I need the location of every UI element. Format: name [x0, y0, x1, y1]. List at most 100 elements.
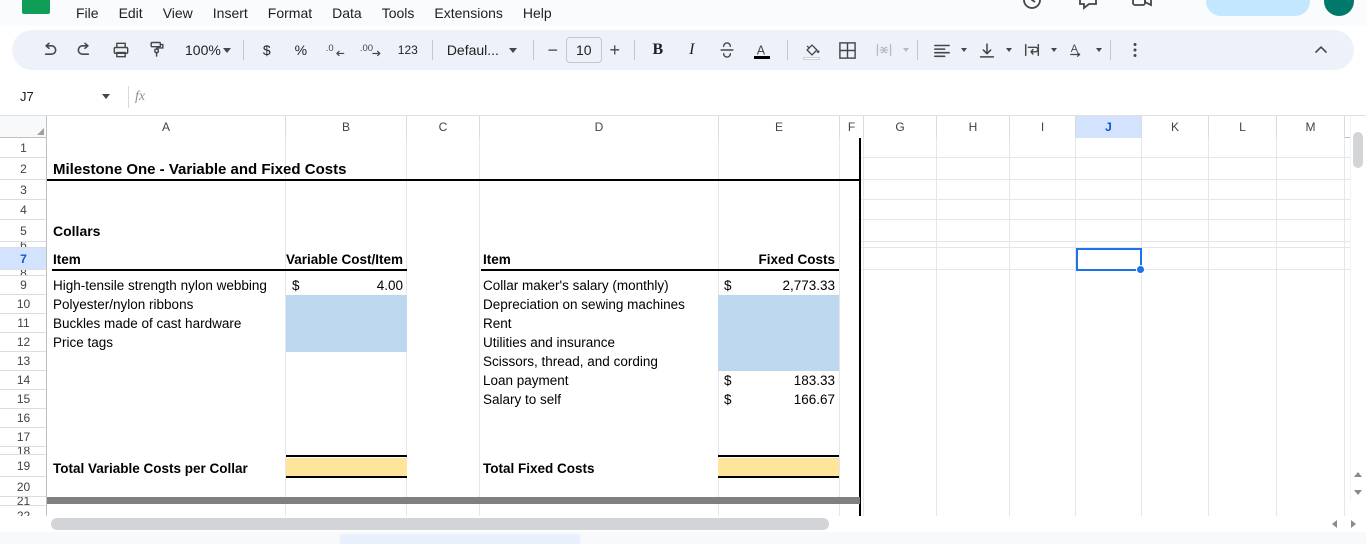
redo-icon[interactable] — [70, 35, 100, 65]
row-header-9[interactable]: 9 — [0, 276, 46, 295]
comment-icon[interactable] — [1076, 0, 1100, 12]
row-header-22[interactable]: 22 — [0, 506, 46, 516]
menu-item-format[interactable]: Format — [258, 2, 322, 25]
cell-A10-item[interactable]: Polyester/nylon ribbons — [53, 295, 193, 314]
column-header-J[interactable]: J — [1076, 116, 1142, 138]
row-header-21[interactable]: 21 — [0, 497, 46, 506]
vertical-align-icon[interactable] — [972, 35, 1002, 65]
row-header-12[interactable]: 12 — [0, 333, 46, 352]
menu-item-file[interactable]: File — [66, 2, 109, 25]
text-rotation-icon[interactable]: A — [1062, 35, 1092, 65]
row-header-18[interactable]: 18 — [0, 447, 46, 455]
row-header-1[interactable]: 1 — [0, 138, 46, 158]
cell-A5-section-heading[interactable]: Collars — [53, 220, 100, 242]
chevron-up-icon[interactable] — [1306, 35, 1336, 65]
meet-video-icon[interactable] — [1130, 0, 1154, 12]
font-size-input[interactable]: 10 — [565, 37, 602, 63]
row-header-13[interactable]: 13 — [0, 352, 46, 371]
row-header-10[interactable]: 10 — [0, 295, 46, 314]
row-header-2[interactable]: 2 — [0, 158, 46, 180]
vertical-scrollbar[interactable] — [1350, 116, 1366, 502]
cell-B9-amount[interactable]: 4.00 — [286, 276, 403, 295]
column-header-C[interactable]: C — [407, 116, 480, 138]
menu-item-edit[interactable]: Edit — [109, 2, 153, 25]
share-button[interactable] — [1206, 0, 1310, 16]
cell-A11-item[interactable]: Buckles made of cast hardware — [53, 314, 241, 333]
number-format-button[interactable]: 123 — [393, 35, 423, 65]
cell-D14-item[interactable]: Loan payment — [483, 371, 569, 390]
zoom-control[interactable]: 100% — [179, 35, 237, 65]
bold-button[interactable]: B — [644, 35, 672, 65]
menu-item-tools[interactable]: Tools — [372, 2, 425, 25]
column-header-E[interactable]: E — [719, 116, 840, 138]
account-avatar[interactable] — [1324, 0, 1354, 16]
cell-D9-item[interactable]: Collar maker's salary (monthly) — [483, 276, 669, 295]
horizontal-scrollbar-thumb[interactable] — [51, 518, 829, 530]
cell-B7-header-variable-cost[interactable]: Variable Cost/Item — [286, 248, 403, 270]
menu-item-view[interactable]: View — [153, 2, 203, 25]
cell-D13-item[interactable]: Scissors, thread, and cording — [483, 352, 658, 371]
text-wrap-chevron-down-icon[interactable] — [1050, 48, 1057, 52]
row-header-15[interactable]: 15 — [0, 390, 46, 409]
italic-button[interactable]: I — [678, 35, 706, 65]
total-fixed-value-cell[interactable] — [718, 458, 839, 476]
column-header-G[interactable]: G — [864, 116, 937, 138]
scroll-right-arrow-icon[interactable] — [1345, 517, 1361, 531]
undo-icon[interactable] — [34, 35, 64, 65]
text-color-button[interactable]: A — [748, 35, 778, 65]
decrease-decimal-icon[interactable]: .0 — [321, 35, 351, 65]
cell-D7-header-item[interactable]: Item — [483, 248, 511, 270]
percent-format-button[interactable]: % — [287, 35, 315, 65]
fixed-cost-input-fill[interactable] — [718, 295, 839, 371]
strikethrough-icon[interactable] — [712, 35, 742, 65]
menu-item-help[interactable]: Help — [513, 2, 562, 25]
column-header-I[interactable]: I — [1010, 116, 1076, 138]
more-vert-icon[interactable] — [1120, 35, 1150, 65]
scroll-left-arrow-icon[interactable] — [1326, 517, 1342, 531]
fill-color-icon[interactable] — [797, 35, 827, 65]
print-icon[interactable] — [106, 35, 136, 65]
merge-cells-icon[interactable] — [869, 35, 899, 65]
cell-E14-amount[interactable]: 183.33 — [718, 371, 835, 390]
text-wrap-icon[interactable] — [1017, 35, 1047, 65]
row-header-7[interactable]: 7 — [0, 248, 46, 270]
column-header-F[interactable]: F — [840, 116, 864, 138]
column-header-L[interactable]: L — [1209, 116, 1277, 138]
decrease-font-size-button[interactable]: − — [540, 37, 566, 63]
column-header-M[interactable]: M — [1277, 116, 1345, 138]
merge-options-chevron-down-icon[interactable] — [902, 48, 909, 52]
row-header-3[interactable]: 3 — [0, 180, 46, 200]
cell-A2-title[interactable]: Milestone One - Variable and Fixed Costs — [53, 158, 346, 180]
column-header-D[interactable]: D — [480, 116, 719, 138]
currency-format-button[interactable]: $ — [253, 35, 281, 65]
version-history-icon[interactable] — [1020, 0, 1044, 12]
name-box[interactable]: J7 — [2, 82, 122, 112]
variable-cost-input-fill[interactable] — [286, 295, 407, 352]
cell-area[interactable]: Milestone One - Variable and Fixed Costs… — [47, 138, 1366, 516]
row-header-20[interactable]: 20 — [0, 477, 46, 497]
row-header-14[interactable]: 14 — [0, 371, 46, 390]
row-header-19[interactable]: 19 — [0, 455, 46, 477]
horizontal-scrollbar-track[interactable] — [38, 517, 1322, 530]
horizontal-scrollbar[interactable] — [0, 516, 1366, 532]
cell-D11-item[interactable]: Rent — [483, 314, 512, 333]
row-header-11[interactable]: 11 — [0, 314, 46, 333]
borders-icon[interactable] — [833, 35, 863, 65]
cell-A19-total-variable-label[interactable]: Total Variable Costs per Collar — [53, 457, 248, 479]
column-header-K[interactable]: K — [1142, 116, 1209, 138]
paint-format-icon[interactable] — [142, 35, 172, 65]
menu-item-extensions[interactable]: Extensions — [424, 2, 512, 25]
row-header-16[interactable]: 16 — [0, 409, 46, 428]
cell-A9-item[interactable]: High-tensile strength nylon webbing — [53, 276, 267, 295]
formula-input[interactable] — [153, 82, 1366, 111]
cell-E9-amount[interactable]: 2,773.33 — [718, 276, 835, 295]
column-header-A[interactable]: A — [47, 116, 286, 138]
cell-D15-item[interactable]: Salary to self — [483, 390, 561, 409]
total-variable-value-cell[interactable] — [286, 458, 407, 476]
active-sheet-tab[interactable] — [340, 534, 580, 544]
vertical-align-chevron-down-icon[interactable] — [1005, 48, 1012, 52]
cell-D19-total-fixed-label[interactable]: Total Fixed Costs — [483, 457, 595, 479]
cell-D12-item[interactable]: Utilities and insurance — [483, 333, 615, 352]
menu-item-data[interactable]: Data — [322, 2, 372, 25]
cell-E7-header-fixed-costs[interactable]: Fixed Costs — [718, 248, 835, 270]
